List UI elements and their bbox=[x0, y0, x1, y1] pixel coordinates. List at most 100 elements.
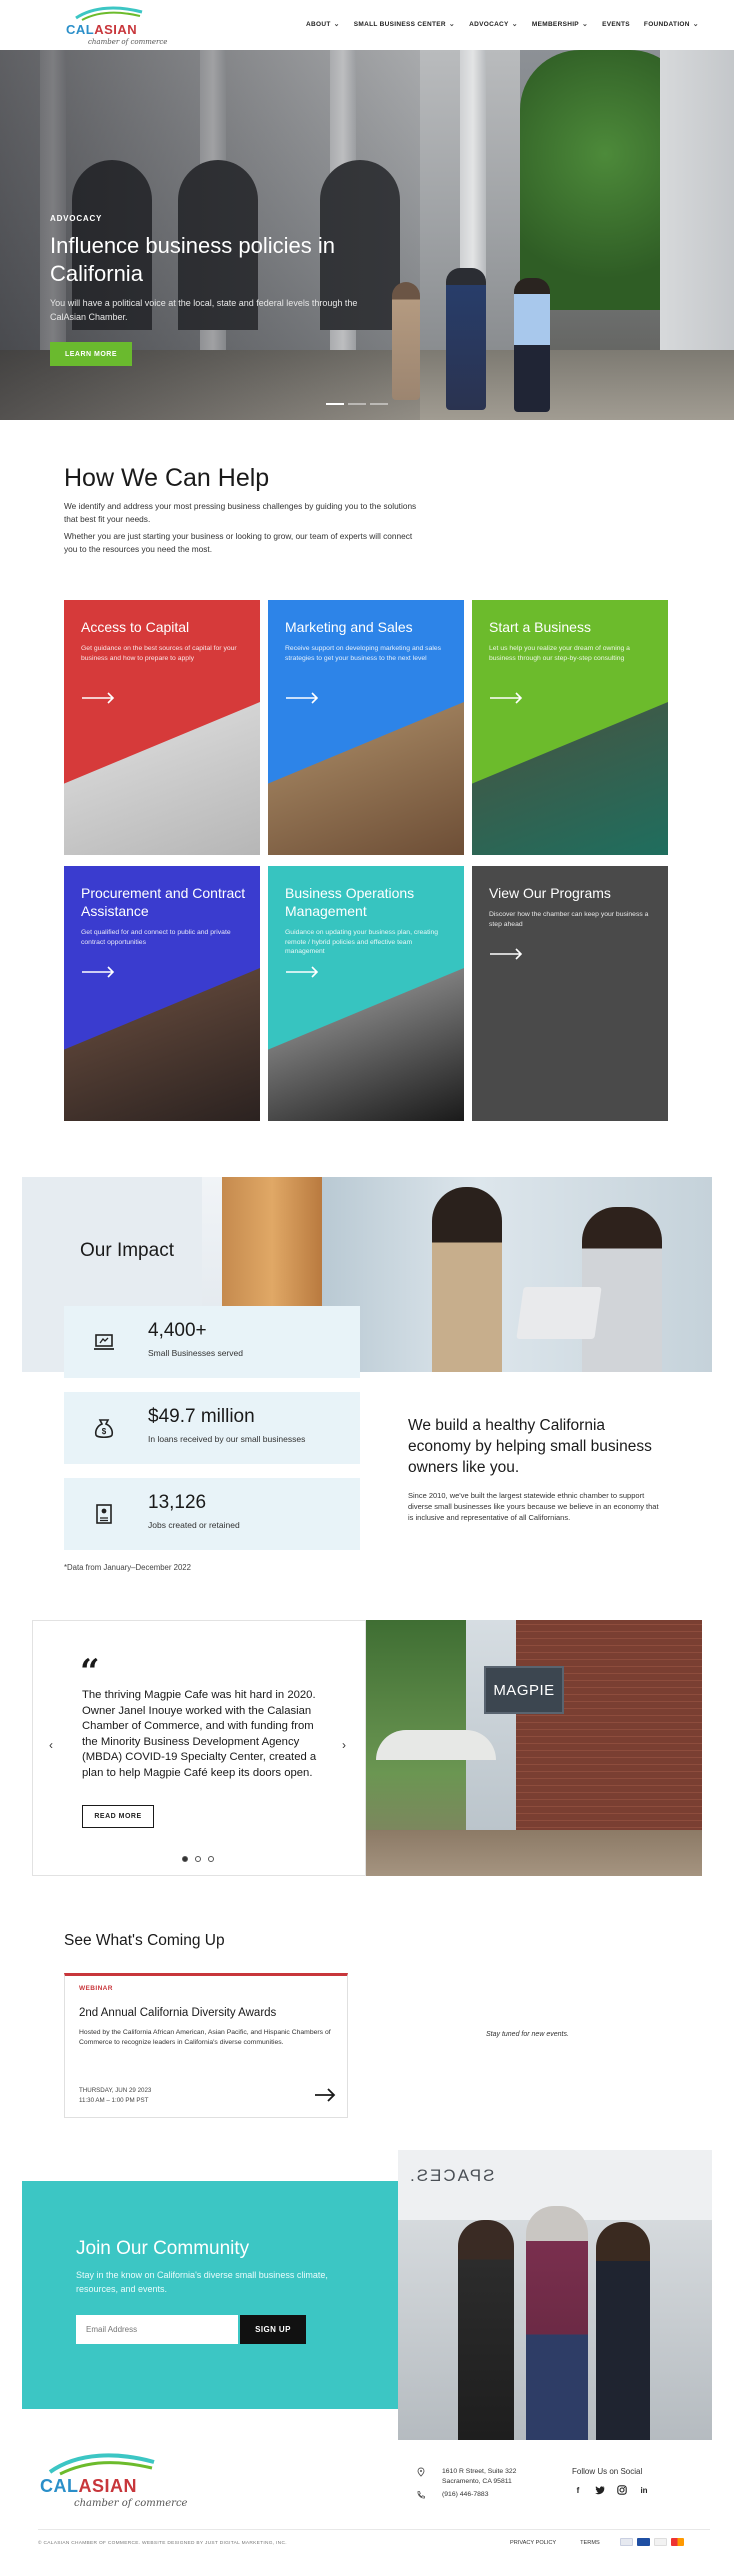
event-datetime: THURSDAY, JUN 29 2023 11:30 AM – 1:00 PM… bbox=[79, 2086, 151, 2105]
magpie-cafe-photo: MAGPIE bbox=[366, 1620, 702, 1876]
footer-logo[interactable]: CALASIAN chamber of commerce bbox=[38, 2452, 198, 2512]
terms-link[interactable]: TERMS bbox=[580, 2540, 600, 2546]
carousel-dot[interactable] bbox=[182, 1856, 188, 1862]
laptop-icon bbox=[94, 1334, 114, 1350]
service-card[interactable]: Marketing and Sales Receive support on de… bbox=[268, 600, 464, 855]
service-card[interactable]: View Our Programs Discover how the chambe… bbox=[472, 866, 668, 1121]
nav-membership[interactable]: MEMBERSHIP ⌄ bbox=[532, 20, 588, 29]
service-card[interactable]: Access to Capital Get guidance on the bes… bbox=[64, 600, 260, 855]
magpie-sign: MAGPIE bbox=[484, 1666, 564, 1714]
map-pin-icon bbox=[417, 2467, 425, 2477]
stat-box: $ $49.7 million In loans received by our… bbox=[64, 1392, 360, 1464]
event-date: THURSDAY, JUN 29 2023 bbox=[79, 2087, 152, 2094]
calasian-logo[interactable]: CALASIAN chamber of commerce bbox=[62, 4, 172, 46]
chevron-down-icon: ⌄ bbox=[448, 21, 456, 28]
carousel-next-icon[interactable]: › bbox=[342, 1738, 346, 1752]
payment-icons bbox=[620, 2538, 684, 2546]
slider-dot[interactable] bbox=[326, 403, 344, 405]
instagram-icon[interactable] bbox=[616, 2484, 628, 2496]
hero-eyebrow: ADVOCACY bbox=[50, 214, 103, 223]
card-title: Business Operations Management bbox=[285, 885, 415, 919]
nav-small-business-center[interactable]: SMALL BUSINESS CENTER ⌄ bbox=[354, 20, 456, 29]
carousel-prev-icon[interactable]: ‹ bbox=[49, 1738, 53, 1752]
event-time: 11:30 AM – 1:00 PM PST bbox=[79, 2096, 149, 2104]
slider-dot[interactable] bbox=[370, 403, 388, 405]
arrow-right-icon bbox=[82, 966, 115, 978]
service-card[interactable]: Business Operations Management Guidance o… bbox=[268, 866, 464, 1121]
events-empty-message: Stay tuned for new events. bbox=[486, 2031, 569, 2038]
community-photo: SPACES. bbox=[398, 2150, 712, 2440]
card-description: Get guidance on the best sources of capi… bbox=[81, 645, 237, 662]
stat-value: 4,400+ bbox=[148, 1320, 207, 1341]
privacy-policy-link[interactable]: PRIVACY POLICY bbox=[510, 2540, 556, 2546]
main-nav: ABOUT ⌄ SMALL BUSINESS CENTER ⌄ ADVOCACY ⌄ … bbox=[306, 20, 699, 29]
nav-events[interactable]: EVENTS bbox=[602, 20, 630, 28]
linkedin-icon[interactable]: in bbox=[638, 2484, 650, 2496]
events-title: See What's Coming Up bbox=[64, 1932, 225, 1949]
card-description: Let us help you realize your dream of ow… bbox=[489, 645, 630, 662]
card-title: Access to Capital bbox=[81, 619, 190, 635]
twitter-icon[interactable] bbox=[594, 2484, 606, 2496]
testimonial-quote: The thriving Magpie Cafe was hit hard in… bbox=[82, 1689, 317, 1779]
impact-footnote: *Data from January–December 2022 bbox=[64, 1563, 191, 1572]
footer-copyright: © CALASIAN CHAMBER OF COMMERCE. WEBSITE … bbox=[38, 2541, 287, 2546]
mastercard-icon bbox=[671, 2538, 684, 2546]
nav-advocacy[interactable]: ADVOCACY ⌄ bbox=[469, 20, 518, 29]
arrow-right-icon[interactable] bbox=[314, 2088, 336, 2102]
sign-up-button[interactable]: SIGN UP bbox=[240, 2315, 306, 2344]
arrow-right-icon bbox=[286, 966, 319, 978]
facebook-icon[interactable]: f bbox=[572, 2484, 584, 2496]
impact-title: Our Impact bbox=[80, 1240, 174, 1261]
read-more-button[interactable]: READ MORE bbox=[82, 1805, 154, 1828]
help-intro-2: Whether you are just starting your busin… bbox=[64, 531, 413, 554]
carousel-dots bbox=[182, 1856, 214, 1862]
stat-label: Jobs created or retained bbox=[148, 1520, 240, 1530]
carousel-dot[interactable] bbox=[195, 1856, 201, 1862]
card-description: Discover how the chamber can keep your b… bbox=[489, 911, 649, 928]
carousel-dot[interactable] bbox=[208, 1856, 214, 1862]
stat-value: 13,126 bbox=[148, 1492, 207, 1513]
logo-wordmark: CALASIAN bbox=[40, 2476, 138, 2496]
phone-icon bbox=[417, 2491, 425, 2499]
footer-phone[interactable]: (916) 446-7883 bbox=[442, 2491, 488, 2498]
card-description: Guidance on updating your business plan,… bbox=[285, 929, 439, 955]
event-description: Hosted by the California African America… bbox=[79, 2029, 331, 2046]
discover-icon bbox=[654, 2538, 667, 2546]
footer-divider bbox=[38, 2529, 710, 2530]
site-header: CALASIAN chamber of commerce ABOUT ⌄ SMAL… bbox=[0, 0, 734, 50]
stat-box: 13,126 Jobs created or retained bbox=[64, 1478, 360, 1550]
logo-tagline: chamber of commerce bbox=[88, 38, 168, 46]
event-title[interactable]: 2nd Annual California Diversity Awards bbox=[79, 2007, 276, 2019]
event-tag: WEBINAR bbox=[79, 1985, 113, 1992]
learn-more-button[interactable]: LEARN MORE bbox=[50, 342, 132, 366]
card-title: Start a Business bbox=[489, 619, 591, 635]
id-badge-icon bbox=[96, 1504, 112, 1524]
logo-wordmark: CALASIAN bbox=[66, 22, 138, 37]
card-title: Marketing and Sales bbox=[285, 619, 413, 635]
help-title: How We Can Help bbox=[64, 464, 270, 492]
address-line-1: 1610 R Street, Suite 322 bbox=[442, 2468, 517, 2475]
logo-swoosh-icon bbox=[75, 6, 143, 21]
footer-links: PRIVACY POLICY TERMS bbox=[510, 2540, 600, 2546]
hero-slider-dots bbox=[326, 403, 388, 405]
service-card[interactable]: Procurement and Contract Assistance Get q… bbox=[64, 866, 260, 1121]
arrow-right-icon bbox=[490, 692, 523, 704]
impact-body: Since 2010, we've built the largest stat… bbox=[408, 1491, 659, 1522]
impact-heading: We build a healthy California economy by… bbox=[408, 1417, 652, 1476]
arrow-right-icon bbox=[82, 692, 115, 704]
nav-foundation[interactable]: FOUNDATION ⌄ bbox=[644, 20, 699, 29]
service-card[interactable]: Start a Business Let us help you realize … bbox=[472, 600, 668, 855]
nav-about[interactable]: ABOUT ⌄ bbox=[306, 20, 340, 29]
stat-label: In loans received by our small businesse… bbox=[148, 1434, 306, 1444]
join-title: Join Our Community bbox=[76, 2238, 250, 2259]
email-field[interactable] bbox=[76, 2315, 238, 2344]
hero-banner: ADVOCACY Influence business policies in … bbox=[0, 50, 734, 420]
chevron-down-icon: ⌄ bbox=[333, 21, 340, 28]
spaces-sign: SPACES. bbox=[408, 2166, 495, 2185]
logo-tagline: chamber of commerce bbox=[74, 2498, 188, 2509]
card-title: Procurement and Contract Assistance bbox=[81, 885, 246, 919]
money-bag-icon: $ bbox=[94, 1419, 114, 1439]
slider-dot[interactable] bbox=[348, 403, 366, 405]
follow-label: Follow Us on Social bbox=[572, 2467, 643, 2476]
stat-box: 4,400+ Small Businesses served bbox=[64, 1306, 360, 1378]
